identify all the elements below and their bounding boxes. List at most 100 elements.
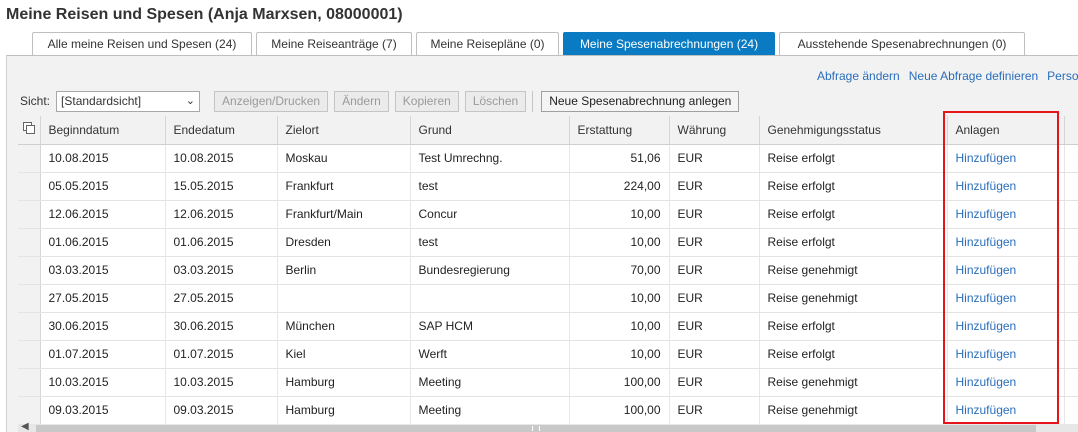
copy-button[interactable]: Kopieren bbox=[394, 90, 459, 112]
reimbursement-cell: 224,00 bbox=[569, 172, 670, 201]
row-selector[interactable] bbox=[18, 368, 41, 397]
row-selector[interactable] bbox=[18, 340, 41, 369]
filler-cell bbox=[1064, 144, 1078, 173]
currency-cell: EUR bbox=[669, 312, 760, 341]
currency-cell: EUR bbox=[669, 200, 760, 229]
end-date-cell: 10.03.2015 bbox=[165, 368, 278, 397]
currency-cell: EUR bbox=[669, 172, 760, 201]
filler-cell bbox=[1064, 200, 1078, 229]
scrollbar-thumb[interactable] bbox=[36, 425, 1036, 432]
display-print-button[interactable]: Anzeigen/Drucken bbox=[214, 90, 329, 112]
table-row[interactable]: 30.06.2015 30.06.2015 München SAP HCM 10… bbox=[18, 312, 1078, 341]
column-header-reimbursement[interactable]: Erstattung bbox=[569, 116, 670, 145]
select-all-icon[interactable] bbox=[18, 116, 41, 145]
row-selector[interactable] bbox=[18, 396, 41, 425]
begin-date-cell: 12.06.2015 bbox=[40, 200, 166, 229]
column-header-reason[interactable]: Grund bbox=[410, 116, 570, 145]
table-row[interactable]: 01.06.2015 01.06.2015 Dresden test 10,00… bbox=[18, 228, 1078, 257]
approval-status-cell: Reise erfolgt bbox=[759, 172, 948, 201]
row-selector[interactable] bbox=[18, 228, 41, 257]
currency-cell: EUR bbox=[669, 368, 760, 397]
tab-pending-expense-reports[interactable]: Ausstehende Spesenabrechnungen (0) bbox=[779, 32, 1025, 55]
reason-cell: Meeting bbox=[410, 368, 570, 397]
row-selector[interactable] bbox=[18, 172, 41, 201]
end-date-cell: 03.03.2015 bbox=[165, 256, 278, 285]
begin-date-cell: 05.05.2015 bbox=[40, 172, 166, 201]
filler-cell bbox=[1064, 368, 1078, 397]
toolbar: Sicht: [Standardsicht] ⌄ Anzeigen/Drucke… bbox=[20, 90, 745, 112]
view-select[interactable]: [Standardsicht] ⌄ bbox=[56, 90, 201, 112]
approval-status-cell: Reise erfolgt bbox=[759, 340, 948, 369]
destination-cell: Kiel bbox=[277, 340, 411, 369]
view-select-value: [Standardsicht] bbox=[61, 93, 142, 108]
tab-travel-requests[interactable]: Meine Reiseanträge (7) bbox=[256, 32, 412, 55]
filler-cell bbox=[1064, 256, 1078, 285]
attachments-highlight-box bbox=[943, 111, 1059, 424]
table-row[interactable]: 01.07.2015 01.07.2015 Kiel Werft 10,00 E… bbox=[18, 340, 1078, 369]
personalize-link[interactable]: Personalisieren bbox=[1047, 69, 1078, 83]
reason-cell: Bundesregierung bbox=[410, 256, 570, 285]
end-date-cell: 01.06.2015 bbox=[165, 228, 278, 257]
change-query-link[interactable]: Abfrage ändern bbox=[817, 69, 900, 83]
reimbursement-cell: 10,00 bbox=[569, 284, 670, 313]
reimbursement-cell: 100,00 bbox=[569, 396, 670, 425]
column-header-filler bbox=[1064, 116, 1078, 145]
end-date-cell: 01.07.2015 bbox=[165, 340, 278, 369]
delete-button[interactable]: Löschen bbox=[464, 90, 527, 112]
toolbar-separator bbox=[532, 90, 534, 112]
new-query-link[interactable]: Neue Abfrage definieren bbox=[909, 69, 1038, 83]
reason-cell bbox=[410, 284, 570, 313]
destination-cell: Dresden bbox=[277, 228, 411, 257]
column-header-end-date[interactable]: Endedatum bbox=[165, 116, 278, 145]
column-header-destination[interactable]: Zielort bbox=[277, 116, 411, 145]
row-selector[interactable] bbox=[18, 256, 41, 285]
table-row[interactable]: 10.03.2015 10.03.2015 Hamburg Meeting 10… bbox=[18, 368, 1078, 397]
approval-status-cell: Reise erfolgt bbox=[759, 200, 948, 229]
reimbursement-cell: 10,00 bbox=[569, 228, 670, 257]
expense-table: Beginndatum Endedatum Zielort Grund Erst… bbox=[18, 116, 1078, 425]
table-row[interactable]: 03.03.2015 03.03.2015 Berlin Bundesregie… bbox=[18, 256, 1078, 285]
reason-cell: Test Umrechng. bbox=[410, 144, 570, 173]
change-button[interactable]: Ändern bbox=[334, 90, 389, 112]
end-date-cell: 10.08.2015 bbox=[165, 144, 278, 173]
horizontal-scrollbar[interactable]: ◀ bbox=[18, 421, 1078, 432]
table-row[interactable]: 09.03.2015 09.03.2015 Hamburg Meeting 10… bbox=[18, 396, 1078, 425]
destination-cell: Moskau bbox=[277, 144, 411, 173]
filler-cell bbox=[1064, 284, 1078, 313]
scroll-left-icon[interactable]: ◀ bbox=[21, 421, 29, 432]
row-selector[interactable] bbox=[18, 284, 41, 313]
end-date-cell: 30.06.2015 bbox=[165, 312, 278, 341]
approval-status-cell: Reise genehmigt bbox=[759, 368, 948, 397]
row-selector[interactable] bbox=[18, 144, 41, 173]
begin-date-cell: 03.03.2015 bbox=[40, 256, 166, 285]
table-row[interactable]: 12.06.2015 12.06.2015 Frankfurt/Main Con… bbox=[18, 200, 1078, 229]
chevron-down-icon: ⌄ bbox=[185, 94, 196, 107]
column-header-approval-status[interactable]: Genehmigungsstatus bbox=[759, 116, 948, 145]
table-row[interactable]: 10.08.2015 10.08.2015 Moskau Test Umrech… bbox=[18, 144, 1078, 173]
column-header-begin-date[interactable]: Beginndatum bbox=[40, 116, 166, 145]
currency-cell: EUR bbox=[669, 284, 760, 313]
currency-cell: EUR bbox=[669, 144, 760, 173]
end-date-cell: 27.05.2015 bbox=[165, 284, 278, 313]
reimbursement-cell: 10,00 bbox=[569, 200, 670, 229]
column-header-currency[interactable]: Währung bbox=[669, 116, 760, 145]
filler-cell bbox=[1064, 228, 1078, 257]
destination-cell: Hamburg bbox=[277, 396, 411, 425]
row-selector[interactable] bbox=[18, 312, 41, 341]
begin-date-cell: 01.07.2015 bbox=[40, 340, 166, 369]
table-row[interactable]: 27.05.2015 27.05.2015 10,00 EUR Reise ge… bbox=[18, 284, 1078, 313]
reason-cell: SAP HCM bbox=[410, 312, 570, 341]
tab-all-trips-expenses[interactable]: Alle meine Reisen und Spesen (24) bbox=[32, 32, 252, 55]
new-expense-report-button[interactable]: Neue Spesenabrechnung anlegen bbox=[541, 90, 740, 112]
currency-cell: EUR bbox=[669, 256, 760, 285]
row-selector[interactable] bbox=[18, 200, 41, 229]
tab-expense-reports[interactable]: Meine Spesenabrechnungen (24) bbox=[563, 32, 775, 55]
reimbursement-cell: 10,00 bbox=[569, 312, 670, 341]
table-row[interactable]: 05.05.2015 15.05.2015 Frankfurt test 224… bbox=[18, 172, 1078, 201]
scrollbar-grip-icon bbox=[532, 426, 540, 431]
filler-cell bbox=[1064, 312, 1078, 341]
filler-cell bbox=[1064, 396, 1078, 425]
approval-status-cell: Reise genehmigt bbox=[759, 256, 948, 285]
tab-travel-plans[interactable]: Meine Reisepläne (0) bbox=[416, 32, 559, 55]
currency-cell: EUR bbox=[669, 228, 760, 257]
